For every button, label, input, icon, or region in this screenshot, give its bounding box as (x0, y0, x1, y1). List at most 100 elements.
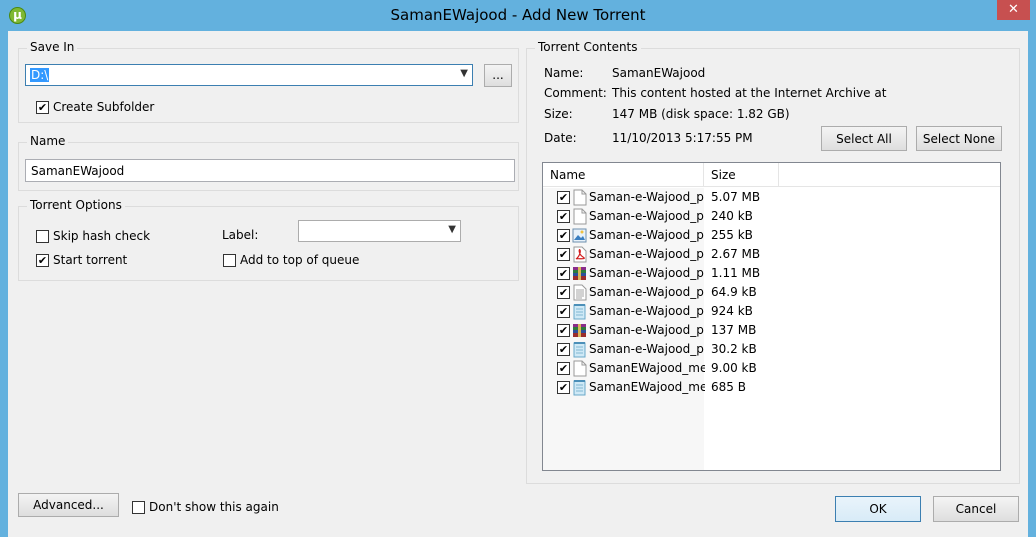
file-size: 1.11 MB (711, 266, 761, 280)
file-checkbox[interactable]: ✔ (557, 267, 570, 280)
file-row[interactable]: ✔ Saman-e-Wajood_p... 30.2 kB (543, 340, 1000, 359)
browse-button[interactable]: ... (484, 64, 512, 87)
save-path-combo[interactable]: D:\ ▼ (25, 64, 473, 86)
file-checkbox[interactable]: ✔ (557, 191, 570, 204)
info-comment-value: This content hosted at the Internet Arch… (612, 86, 887, 100)
label-field-label: Label: (222, 228, 259, 242)
file-name: Saman-e-Wajood_p... (589, 190, 705, 204)
file-row[interactable]: ✔ SamanEWajood_me... 685 B (543, 378, 1000, 397)
title-bar: µ SamanEWajood - Add New Torrent ✕ (0, 0, 1036, 31)
start-torrent-checkbox[interactable]: ✔ Start torrent (36, 253, 127, 267)
column-header-size[interactable]: Size (704, 163, 779, 187)
pdf-file-icon (572, 246, 587, 263)
file-size: 685 B (711, 380, 746, 394)
torrent-contents-group: Torrent Contents Name: SamanEWajood Comm… (526, 40, 1020, 484)
dont-show-checkbox[interactable]: Don't show this again (132, 500, 279, 514)
file-list[interactable]: Name Size ✔ Saman-e-Wajood_p... 5.07 MB ✔ Sa… (542, 162, 1001, 471)
file-row[interactable]: ✔ Saman-e-Wajood_p... 255 kB (543, 226, 1000, 245)
save-in-group: Save In D:\ ▼ ... ✔ Create Subfolder (18, 40, 519, 123)
start-torrent-label: Start torrent (53, 253, 128, 267)
file-name: Saman-e-Wajood_p... (589, 228, 705, 242)
advanced-button[interactable]: Advanced... (18, 493, 119, 517)
create-subfolder-checkbox[interactable]: ✔ Create Subfolder (36, 100, 154, 114)
file-row[interactable]: ✔ Saman-e-Wajood_p... 1.11 MB (543, 264, 1000, 283)
torrent-name-field[interactable]: SamanEWajood (25, 159, 515, 182)
window-title: SamanEWajood - Add New Torrent (390, 6, 646, 24)
start-torrent-check[interactable]: ✔ (36, 253, 49, 267)
file-name: SamanEWajood_me... (589, 361, 705, 375)
archive-file-icon (572, 322, 587, 339)
create-subfolder-label: Create Subfolder (53, 100, 155, 114)
file-list-header: Name Size (543, 163, 1000, 187)
column-header-name[interactable]: Name (543, 163, 704, 187)
image-file-icon (572, 227, 587, 244)
file-row[interactable]: ✔ Saman-e-Wajood_p... 5.07 MB (543, 188, 1000, 207)
close-button[interactable]: ✕ (997, 0, 1030, 20)
add-top-check[interactable] (223, 253, 236, 267)
torrent-contents-title: Torrent Contents (535, 40, 641, 54)
file-checkbox[interactable]: ✔ (557, 381, 570, 394)
file-name: Saman-e-Wajood_p... (589, 342, 705, 356)
info-comment-label: Comment: (544, 86, 607, 100)
skip-hash-label: Skip hash check (53, 229, 151, 243)
info-name-label: Name: (544, 66, 584, 80)
name-group-title: Name (27, 134, 69, 148)
skip-hash-check[interactable] (36, 229, 49, 243)
torrent-options-title: Torrent Options (27, 198, 125, 212)
create-subfolder-check[interactable]: ✔ (36, 100, 49, 114)
file-row[interactable]: ✔ SamanEWajood_me... 9.00 kB (543, 359, 1000, 378)
dont-show-label: Don't show this again (149, 500, 279, 514)
notepad-file-icon (572, 379, 587, 396)
info-date-value: 11/10/2013 5:17:55 PM (612, 131, 753, 145)
skip-hash-checkbox[interactable]: Skip hash check (36, 229, 150, 243)
file-checkbox[interactable]: ✔ (557, 229, 570, 242)
file-row[interactable]: ✔ Saman-e-Wajood_p... 924 kB (543, 302, 1000, 321)
torrent-options-group: Torrent Options Skip hash check ✔ Start … (18, 198, 519, 281)
save-in-title: Save In (27, 40, 78, 54)
file-checkbox[interactable]: ✔ (557, 248, 570, 261)
file-checkbox[interactable]: ✔ (557, 210, 570, 223)
file-size: 255 kB (711, 228, 753, 242)
add-top-checkbox[interactable]: Add to top of queue (223, 253, 359, 267)
file-row[interactable]: ✔ Saman-e-Wajood_p... 64.9 kB (543, 283, 1000, 302)
file-size: 30.2 kB (711, 342, 757, 356)
file-size: 5.07 MB (711, 190, 761, 204)
info-size-value: 147 MB (disk space: 1.82 GB) (612, 107, 790, 121)
file-name: Saman-e-Wajood_p... (589, 285, 705, 299)
cancel-button[interactable]: Cancel (933, 496, 1019, 522)
archive-file-icon (572, 265, 587, 282)
ok-button[interactable]: OK (835, 496, 921, 522)
info-date-label: Date: (544, 131, 577, 145)
file-size: 924 kB (711, 304, 753, 318)
file-checkbox[interactable]: ✔ (557, 324, 570, 337)
select-all-button[interactable]: Select All (821, 126, 907, 151)
file-name: Saman-e-Wajood_p... (589, 247, 705, 261)
file-name: Saman-e-Wajood_p... (589, 266, 705, 280)
file-name: SamanEWajood_me... (589, 380, 705, 394)
label-combo[interactable]: ▼ (298, 220, 461, 242)
file-name: Saman-e-Wajood_p... (589, 209, 705, 223)
name-group: Name SamanEWajood (18, 134, 519, 191)
file-size: 9.00 kB (711, 361, 757, 375)
dont-show-check[interactable] (132, 500, 145, 514)
file-checkbox[interactable]: ✔ (557, 305, 570, 318)
file-size: 2.67 MB (711, 247, 761, 261)
save-path-text: D:\ (30, 68, 50, 82)
file-checkbox[interactable]: ✔ (557, 286, 570, 299)
blank-file-icon (572, 189, 587, 206)
file-checkbox[interactable]: ✔ (557, 362, 570, 375)
file-name: Saman-e-Wajood_p... (589, 323, 705, 337)
blank-file-icon (572, 360, 587, 377)
chevron-down-icon[interactable]: ▼ (460, 68, 468, 79)
file-size: 64.9 kB (711, 285, 757, 299)
file-row[interactable]: ✔ Saman-e-Wajood_p... 137 MB (543, 321, 1000, 340)
chevron-down-icon[interactable]: ▼ (448, 224, 456, 235)
blank-file-icon (572, 208, 587, 225)
file-row[interactable]: ✔ Saman-e-Wajood_p... 2.67 MB (543, 245, 1000, 264)
notepad-file-icon (572, 341, 587, 358)
file-checkbox[interactable]: ✔ (557, 343, 570, 356)
select-none-button[interactable]: Select None (916, 126, 1002, 151)
file-row[interactable]: ✔ Saman-e-Wajood_p... 240 kB (543, 207, 1000, 226)
add-top-label: Add to top of queue (240, 253, 360, 267)
text-file-icon (572, 284, 587, 301)
